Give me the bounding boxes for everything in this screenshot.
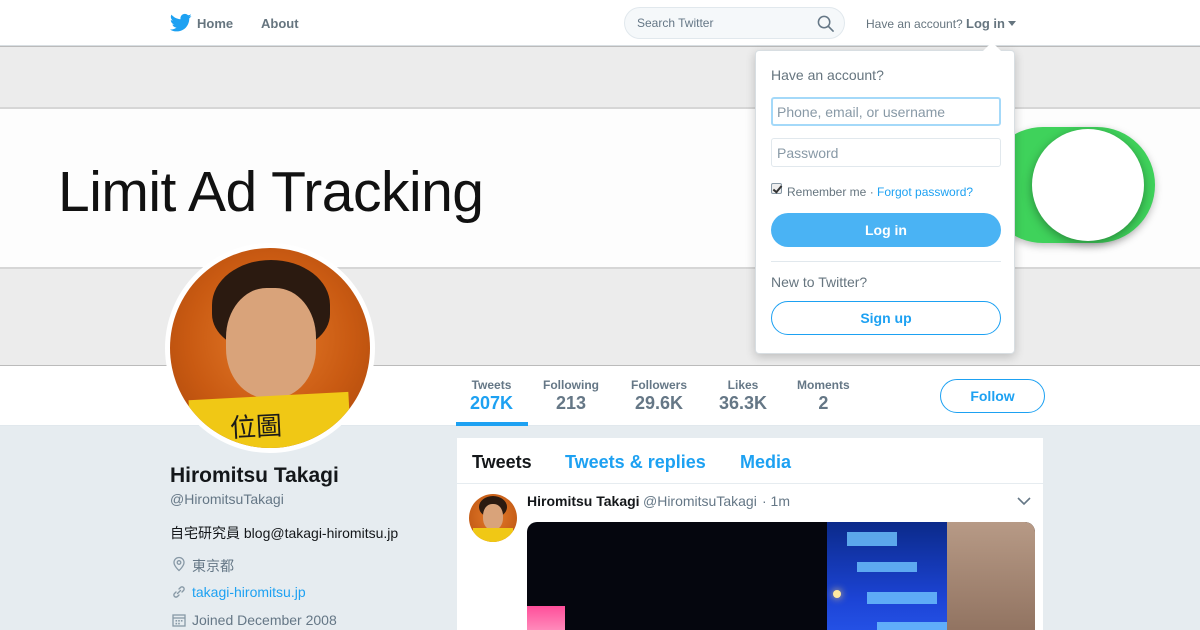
tweet-author-name[interactable]: Hiromitsu Takagi <box>527 493 640 509</box>
website-link[interactable]: takagi-hiromitsu.jp <box>192 584 306 600</box>
login-button[interactable]: Log in <box>771 213 1001 247</box>
timeline-tabs: Tweets Tweets & replies Media <box>457 438 1045 484</box>
search-input[interactable] <box>637 16 807 30</box>
dropdown-heading: Have an account? <box>771 67 884 83</box>
stat-value: 36.3K <box>719 393 768 413</box>
twitter-bird-icon[interactable] <box>170 13 192 33</box>
dropdown-arrow <box>983 42 1001 51</box>
stat-value: 213 <box>555 393 587 413</box>
profile-handle[interactable]: @HiromitsuTakagi <box>170 491 284 507</box>
tab-media[interactable]: Media <box>740 452 791 473</box>
password-input[interactable] <box>771 138 1001 167</box>
profile-name[interactable]: Hiromitsu Takagi <box>170 464 339 488</box>
tweet-avatar[interactable] <box>469 494 517 542</box>
login-dropdown: Have an account? Remember me · Forgot pa… <box>755 50 1015 354</box>
photo-sign-light <box>527 606 565 630</box>
tweet-timestamp[interactable]: · 1m <box>762 493 790 509</box>
tweet-avatar-face <box>483 504 503 530</box>
have-account-text: Have an account? <box>866 17 963 31</box>
timeline: Tweets Tweets & replies Media Hiromitsu … <box>456 437 1045 630</box>
profile-avatar[interactable]: 位圖 <box>165 243 375 453</box>
remember-me-checkbox[interactable] <box>771 183 782 194</box>
follow-button[interactable]: Follow <box>940 379 1045 413</box>
remember-me-label[interactable]: Remember me · <box>787 185 874 199</box>
stat-label: Tweets <box>471 378 512 392</box>
new-to-twitter-text: New to Twitter? <box>771 274 868 290</box>
tab-tweets[interactable]: Tweets <box>472 452 532 473</box>
chevron-down-icon[interactable] <box>1017 496 1031 506</box>
active-stat-underline <box>456 422 528 426</box>
location-text: 東京都 <box>192 558 234 574</box>
tweet-avatar-sign <box>473 528 513 542</box>
tweet-media-photo[interactable] <box>527 522 1035 630</box>
location-pin-icon <box>173 556 185 572</box>
joined-text: Joined December 2008 <box>192 612 337 628</box>
signup-button[interactable]: Sign up <box>771 301 1001 335</box>
login-menu-link[interactable]: Log in <box>966 16 1005 31</box>
stat-value: 2 <box>818 393 829 413</box>
dropdown-divider <box>771 261 1001 262</box>
banner-text: Limit Ad Tracking <box>58 160 484 224</box>
avatar-sign: 位圖 <box>188 391 352 448</box>
stat-likes[interactable]: Likes 36.3K <box>719 378 767 414</box>
tweet-author-handle[interactable]: @HiromitsuTakagi <box>643 493 757 509</box>
stat-label: Followers <box>631 378 688 392</box>
username-input[interactable] <box>771 97 1001 126</box>
avatar-sign-text: 位圖 <box>229 411 283 445</box>
top-navigation-bar: Home About Have an account? Log in <box>0 0 1200 46</box>
avatar-face <box>226 288 316 398</box>
link-icon <box>173 586 185 598</box>
profile-bio: 自宅研究員 blog@takagi-hiromitsu.jp <box>170 525 399 541</box>
stat-label: Likes <box>727 378 759 392</box>
avatar-photo: 位圖 <box>170 248 370 448</box>
caret-down-icon[interactable] <box>1008 21 1016 26</box>
photo-street-lamp <box>833 590 841 598</box>
stat-tweets[interactable]: Tweets 207K <box>470 378 513 414</box>
photo-building <box>827 522 957 630</box>
search-box[interactable] <box>624 7 845 39</box>
nav-home-link[interactable]: Home <box>197 16 233 31</box>
stat-label: Following <box>543 378 599 392</box>
photo-building-right <box>947 522 1035 630</box>
search-icon[interactable] <box>817 15 834 32</box>
nav-about-link[interactable]: About <box>261 16 299 31</box>
banner-toggle-knob <box>1032 129 1144 241</box>
stat-followers[interactable]: Followers 29.6K <box>631 378 687 414</box>
stat-label: Moments <box>797 378 850 392</box>
stat-following[interactable]: Following 213 <box>543 378 599 414</box>
stat-moments[interactable]: Moments 2 <box>797 378 850 414</box>
calendar-icon <box>172 614 186 627</box>
stat-value: 207K <box>470 393 514 413</box>
forgot-password-link[interactable]: Forgot password? <box>877 185 973 199</box>
tab-tweets-replies[interactable]: Tweets & replies <box>565 452 706 473</box>
stat-value: 29.6K <box>634 393 684 413</box>
